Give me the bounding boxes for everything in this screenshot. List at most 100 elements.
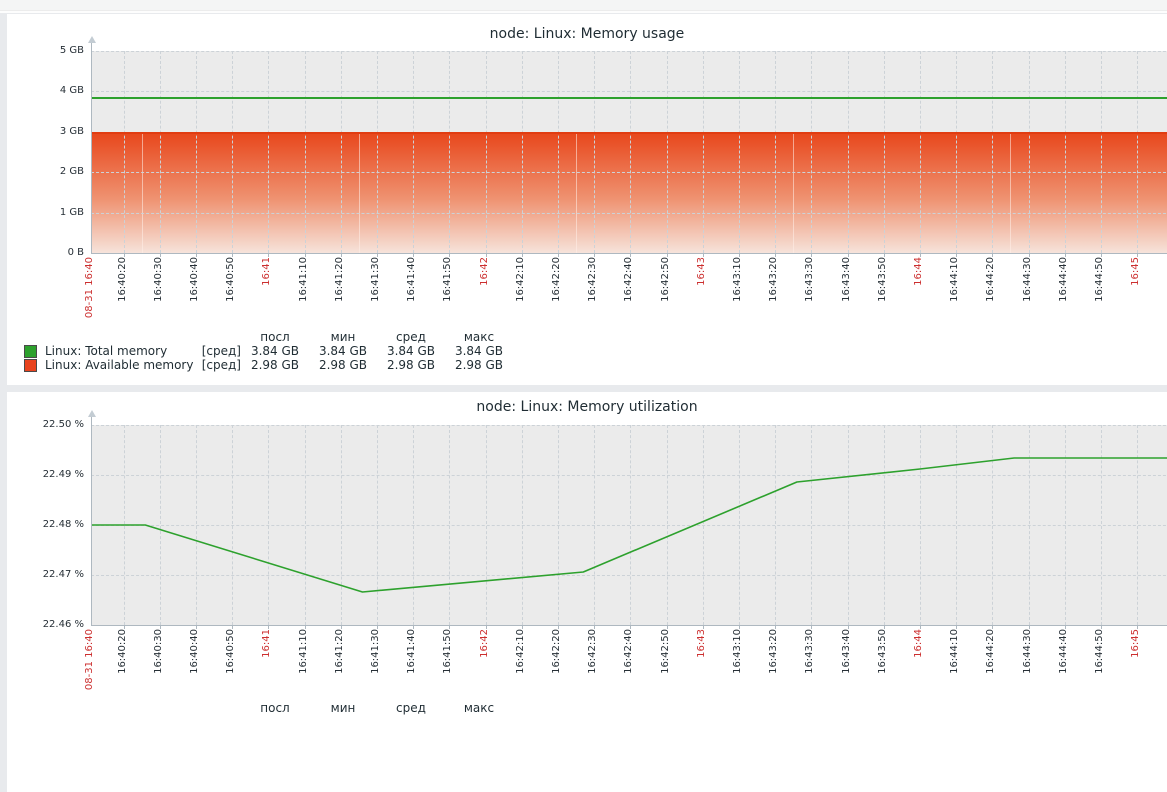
- grid-line-vertical: [522, 51, 523, 253]
- x-axis-tick-mark: [305, 626, 306, 629]
- legend-memory-utilization: послминсредмакс: [17, 701, 513, 715]
- x-axis-tick-mark: [775, 626, 776, 629]
- x-axis-tick-mark: [956, 254, 957, 257]
- graph-panel-memory-utilization: node: Linux: Memory utilization 22.46 %2…: [7, 392, 1167, 792]
- legend-row: Linux: Total memory[сред]3.84 GB3.84 GB3…: [17, 344, 513, 358]
- x-axis-tick-mark: [811, 626, 812, 629]
- x-axis-tick-mark: [522, 626, 523, 629]
- grid-line-horizontal: [91, 213, 1167, 214]
- x-axis-date-label: 08-31 16:40: [84, 629, 98, 690]
- grid-line-vertical: [232, 51, 233, 253]
- legend-memory-usage: послминсредмаксLinux: Total memory[сред]…: [17, 330, 513, 372]
- x-axis-tick-mark: [594, 254, 595, 257]
- x-axis-tick-mark: [848, 626, 849, 629]
- x-axis-tick-mark: [377, 626, 378, 629]
- x-axis-tick-mark: [558, 626, 559, 629]
- legend-stat-value: 3.84 GB: [377, 344, 445, 358]
- x-axis-label: 16:40:40: [189, 257, 203, 302]
- x-axis-tick-mark: [848, 254, 849, 257]
- grid-line-vertical: [449, 51, 450, 253]
- legend-header-row: послминсредмакс: [17, 330, 513, 344]
- grid-line-vertical: [992, 51, 993, 253]
- grid-line-vertical: [739, 51, 740, 253]
- grid-line-vertical: [1065, 51, 1066, 253]
- x-axis-label: 16:41:40: [406, 257, 420, 302]
- legend-series-label: Linux: Total memory: [45, 344, 167, 358]
- series-area-top-line: [91, 132, 1167, 134]
- x-axis-label: 16:44:50: [1094, 629, 1108, 674]
- zabbix-graphs-page: { "page": { "bg_color": "#e8eaed", "top_…: [0, 0, 1167, 711]
- x-axis-tick-mark: [232, 626, 233, 629]
- grid-line-vertical: [811, 51, 812, 253]
- y-axis-label: 22.49 %: [7, 468, 84, 482]
- y-axis-line: [91, 43, 92, 253]
- x-axis-tick-mark: [522, 254, 523, 257]
- top-strip-divider: [0, 11, 1167, 13]
- x-axis-label: 16:42:30: [587, 629, 601, 674]
- grid-line-vertical: [848, 51, 849, 253]
- x-axis-label: 16:43:20: [768, 257, 782, 302]
- x-axis-tick-mark: [920, 254, 921, 257]
- y-axis-arrow-icon: [88, 36, 96, 43]
- x-axis-label: 16:43:50: [877, 629, 891, 674]
- x-axis-label: 16:44: [913, 629, 927, 658]
- grid-line-vertical: [486, 51, 487, 253]
- x-axis-label: 16:44:30: [1022, 629, 1036, 674]
- x-axis-label: 16:40:50: [225, 257, 239, 302]
- x-axis-tick-mark: [268, 626, 269, 629]
- series-dip-line: [793, 134, 794, 253]
- grid-line-vertical: [1137, 51, 1138, 253]
- plot-area-memory-utilization[interactable]: 22.46 %22.47 %22.48 %22.49 %22.50 %08-31…: [7, 392, 1167, 792]
- x-axis-tick-mark: [920, 626, 921, 629]
- x-axis-tick-mark: [956, 626, 957, 629]
- x-axis-label: 16:42: [479, 257, 493, 286]
- x-axis-label: 16:43: [696, 629, 710, 658]
- x-axis-tick-mark: [775, 254, 776, 257]
- grid-line-vertical: [1101, 51, 1102, 253]
- x-axis-label: 16:43:30: [804, 257, 818, 302]
- y-axis-label: 22.48 %: [7, 518, 84, 532]
- x-axis-label: 16:41:30: [370, 629, 384, 674]
- x-axis-label: 16:40:30: [153, 257, 167, 302]
- y-axis-arrow-icon: [88, 410, 96, 417]
- grid-line-vertical: [196, 51, 197, 253]
- x-axis-tick-mark: [703, 626, 704, 629]
- x-axis-label: 16:42:50: [660, 257, 674, 302]
- x-axis-label: 16:41:20: [334, 257, 348, 302]
- x-axis-label: 16:42: [479, 629, 493, 658]
- x-axis-label: 16:45: [1130, 629, 1144, 658]
- x-axis-tick-mark: [884, 626, 885, 629]
- series-dip-line: [576, 134, 577, 253]
- y-axis-label: 1 GB: [7, 206, 84, 220]
- grid-line-vertical: [667, 51, 668, 253]
- x-axis-label: 16:44:40: [1058, 257, 1072, 302]
- x-axis-label: 16:41:50: [442, 257, 456, 302]
- legend-swatch: [24, 359, 37, 372]
- grid-line-vertical: [377, 51, 378, 253]
- x-axis-tick-mark: [305, 254, 306, 257]
- x-axis-tick-mark: [739, 254, 740, 257]
- x-axis-tick-mark: [992, 626, 993, 629]
- y-axis-label: 0 B: [7, 246, 84, 260]
- x-axis-label: 16:44:10: [949, 629, 963, 674]
- x-axis-tick-mark: [341, 626, 342, 629]
- x-axis-tick-mark: [739, 626, 740, 629]
- x-axis-tick-mark: [1029, 626, 1030, 629]
- grid-line-horizontal: [91, 91, 1167, 92]
- x-axis-label: 16:41:30: [370, 257, 384, 302]
- x-axis-label: 16:45: [1130, 257, 1144, 286]
- x-axis-line: [91, 253, 1167, 254]
- series-dip-line: [1010, 134, 1011, 253]
- x-axis-label: 16:43: [696, 257, 710, 286]
- x-axis-tick-mark: [124, 254, 125, 257]
- grid-line-vertical: [775, 51, 776, 253]
- grid-line-vertical: [268, 51, 269, 253]
- x-axis-tick-mark: [703, 254, 704, 257]
- legend-stat-value: 2.98 GB: [241, 358, 309, 372]
- x-axis-tick-mark: [268, 254, 269, 257]
- x-axis-tick-mark: [413, 254, 414, 257]
- x-axis-tick-mark: [667, 626, 668, 629]
- grid-line-vertical: [884, 51, 885, 253]
- grid-line-vertical: [630, 51, 631, 253]
- x-axis-label: 16:42:10: [515, 257, 529, 302]
